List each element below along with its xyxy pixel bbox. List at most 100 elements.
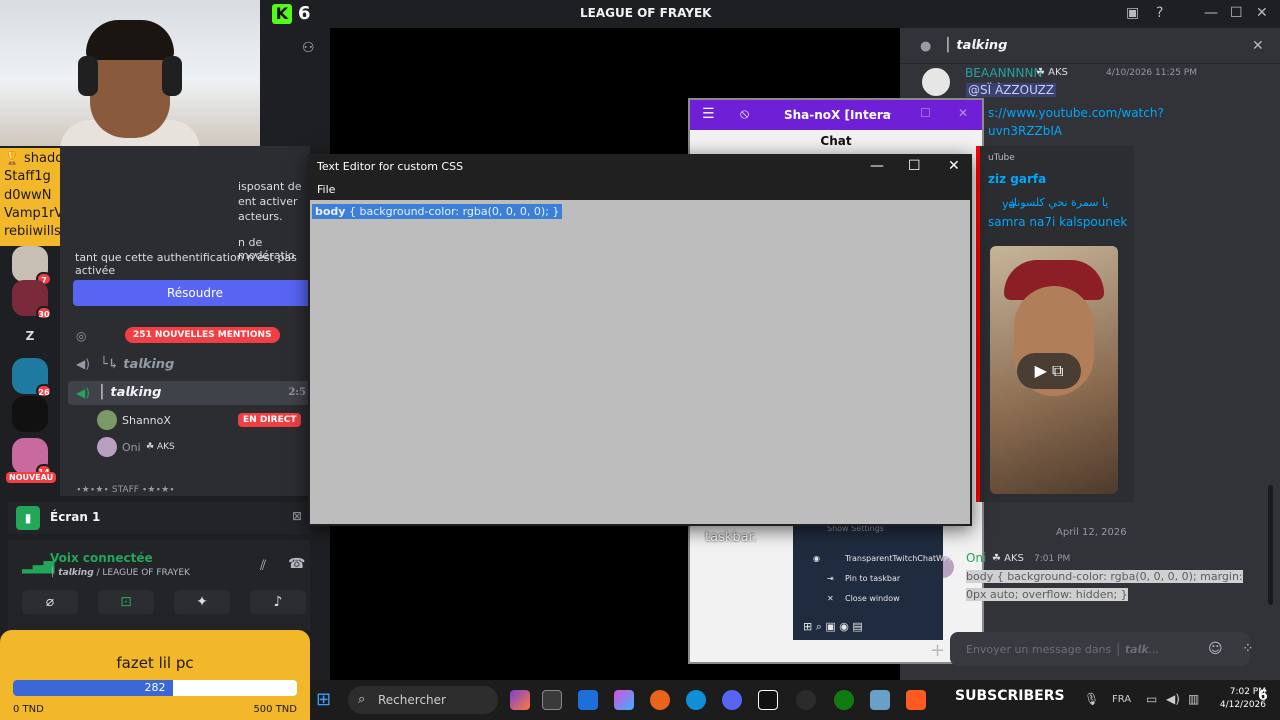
viewer-count: 6 <box>298 3 311 24</box>
message-author[interactable]: BEAANNNNN <box>965 66 1042 80</box>
store-icon[interactable] <box>870 690 890 710</box>
minimize-icon[interactable]: — <box>880 106 892 120</box>
resolve-button[interactable]: Résoudre <box>73 280 317 306</box>
add-attachment-icon[interactable]: + <box>930 640 945 661</box>
maximize-icon[interactable]: ☐ <box>1230 5 1243 21</box>
chat-window-titlebar: ☰ ⦸ Sha-noX [Intera — ☐ ✕ <box>690 100 982 130</box>
pin-to-taskbar[interactable]: Pin to taskbar <box>845 574 900 583</box>
notice-text: ent activer <box>238 195 298 208</box>
brave-icon[interactable] <box>906 690 926 710</box>
notification-count[interactable]: 6 <box>1258 688 1268 704</box>
taskbar-search[interactable]: ⌕ Rechercher <box>348 686 498 714</box>
channel-item[interactable]: └↳ 𝙩𝙖𝙡𝙠𝙞𝙣𝙜 <box>100 357 174 372</box>
taskbar-jumplist: Show Settings ◉ TransparentTwitchChatWPF… <box>793 520 953 640</box>
add-friend-icon[interactable]: ⚇ <box>302 40 315 56</box>
user-tag-label: AKS <box>156 442 175 452</box>
avatar[interactable] <box>97 410 117 430</box>
app-icon[interactable] <box>796 690 816 710</box>
edge-icon[interactable] <box>686 690 706 710</box>
screen-share-button[interactable]: ⊡ <box>98 590 154 614</box>
scrollbar[interactable] <box>1268 485 1273 605</box>
help-icon[interactable]: ? <box>1156 5 1163 21</box>
server-icon[interactable] <box>12 396 48 432</box>
channel-item-active[interactable]: │ 𝙩𝙖𝙡𝙠𝙞𝙣𝙜 2:5 <box>68 381 310 405</box>
noise-suppression-icon[interactable]: ⫽ <box>260 558 266 574</box>
play-icon[interactable]: ▶ ⧉ <box>1017 353 1081 389</box>
avatar[interactable] <box>920 66 952 98</box>
xbox-icon[interactable] <box>834 690 854 710</box>
voice-user-name[interactable]: Oni <box>122 441 141 454</box>
windows-start-icon[interactable]: ⊞ <box>316 689 331 710</box>
close-icon[interactable]: ✕ <box>1256 5 1268 21</box>
server-icon[interactable]: 30 <box>12 280 52 320</box>
activities-button[interactable]: ✦ <box>174 590 230 614</box>
jumplist-app-name[interactable]: TransparentTwitchChatWPF <box>845 554 953 563</box>
apps-icon[interactable]: ⁘ <box>1242 641 1254 657</box>
app-icon[interactable] <box>758 690 778 710</box>
voice-user-name[interactable]: ShannoX <box>122 414 171 427</box>
chat-channel-name: │ 𝙩𝙖𝙡𝙠𝙞𝙣𝙜 <box>944 38 1008 53</box>
discord-icon[interactable] <box>722 690 742 710</box>
minimize-icon[interactable]: — <box>1204 5 1218 21</box>
message-link[interactable]: s://www.youtube.com/watch? <box>988 106 1164 120</box>
mention[interactable]: @SÏ ÀZZOUZZ <box>966 83 1057 97</box>
server-icon[interactable]: Z <box>12 318 48 354</box>
message-time: 4/10/2026 11:25 PM <box>1106 68 1197 78</box>
notice-text: isposant de <box>238 180 302 193</box>
emoji-icon[interactable]: ☺ <box>1208 641 1223 657</box>
leaderboard-name: Staff1g <box>4 169 51 184</box>
category-staff[interactable]: ∙★∙★∙ STAFF ∙★∙★∙ <box>76 485 175 495</box>
user-tag-label: AKS <box>1004 553 1024 564</box>
inbox-icon[interactable]: ▣ <box>1126 5 1139 21</box>
server-icon[interactable]: 7 <box>12 246 52 286</box>
server-icon[interactable]: 14 <box>12 438 52 478</box>
app-icon[interactable] <box>578 690 598 710</box>
server-icon[interactable]: 26 <box>12 358 52 398</box>
window-title: LEAGUE OF FRAYEK <box>580 6 712 20</box>
close-icon[interactable]: ✕ <box>958 106 968 120</box>
language-indicator[interactable]: FRA <box>1112 694 1131 705</box>
notice-text: tant que cette authentification n'est pa… <box>75 251 297 277</box>
embed-title[interactable]: ziz garfa <box>988 172 1046 186</box>
copilot-icon[interactable] <box>614 690 634 710</box>
camera-off-button[interactable]: ⌀ <box>22 590 78 614</box>
menu-icon[interactable]: ☰ <box>702 106 715 122</box>
message-link[interactable]: uvn3RZZbIA <box>988 124 1062 138</box>
lock-icon[interactable]: ⦸ <box>740 106 749 122</box>
volume-icon[interactable]: ◀) <box>1166 692 1180 706</box>
network-icon[interactable]: ▭ <box>1146 692 1157 706</box>
voice-channel[interactable]: │ 𝙩𝙖𝙡𝙠𝙞𝙣𝙜 / LEAGUE OF FRAYEK <box>50 568 190 578</box>
close-chat-icon[interactable]: ✕ <box>1252 38 1264 54</box>
speaker-icon: ◀) <box>76 357 90 371</box>
close-icon[interactable]: ✕ <box>948 158 960 174</box>
app-icon[interactable] <box>650 690 670 710</box>
popout-icon[interactable]: ⊠ <box>292 509 302 523</box>
voice-status[interactable]: Voix connectée <box>50 551 153 565</box>
trophy-icon: 🏆 <box>4 151 21 166</box>
search-icon: ⌕ <box>358 692 366 707</box>
maximize-icon[interactable]: ☐ <box>908 158 921 174</box>
mentions-badge[interactable]: 251 NOUVELLES MENTIONS <box>125 327 280 343</box>
minimize-icon[interactable]: — <box>870 158 884 174</box>
close-icon: ✕ <box>827 594 834 603</box>
soundboard-button[interactable]: ♪ <box>250 590 306 614</box>
screen-share-label: Écran 1 <box>50 510 101 524</box>
avatar[interactable] <box>97 437 117 457</box>
disconnect-icon[interactable]: ☎ <box>288 556 305 572</box>
chat-header-label: Chat <box>820 134 852 148</box>
broadcast-icon: ◎ <box>76 329 87 343</box>
maximize-icon[interactable]: ☐ <box>920 106 931 120</box>
widget-icon[interactable] <box>510 690 530 710</box>
headphones-right <box>162 56 182 96</box>
task-view-icon[interactable] <box>542 690 562 710</box>
notice-text: acteurs. <box>238 210 283 223</box>
message-author[interactable]: Oni <box>966 551 986 565</box>
kick-logo-icon: K <box>272 4 292 24</box>
file-menu[interactable]: File <box>317 183 335 196</box>
close-window[interactable]: Close window <box>845 594 900 603</box>
mic-icon[interactable]: 🎙 <box>1084 692 1099 706</box>
css-editor-textarea[interactable]: body { background-color: rgba(0, 0, 0, 0… <box>310 200 970 524</box>
battery-icon[interactable]: ▥ <box>1188 692 1199 706</box>
server-list: 7 30 Z 26 14 NOUVEAU <box>0 246 60 496</box>
user-tag-label: AKS <box>1048 67 1068 78</box>
